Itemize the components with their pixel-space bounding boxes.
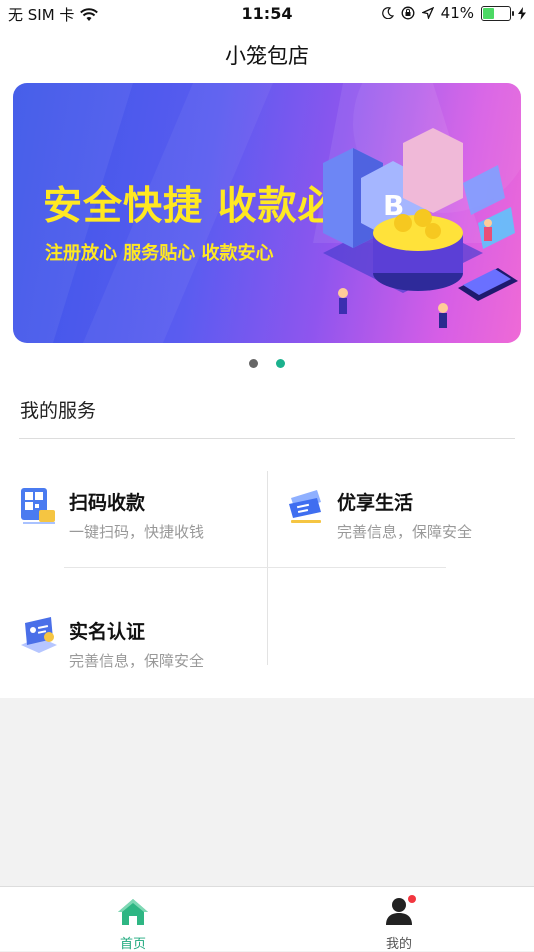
status-right: 41% bbox=[381, 4, 526, 22]
service-title: 优享生活 bbox=[337, 492, 414, 514]
grid-divider-vertical bbox=[267, 471, 268, 665]
nav-bar: 小笼包店 bbox=[0, 28, 534, 78]
page-title: 小笼包店 bbox=[225, 44, 309, 68]
service-desc: 完善信息，保障安全 bbox=[69, 652, 205, 670]
banner-subline: 注册放心 服务贴心 收款安心 bbox=[45, 243, 274, 264]
section-divider bbox=[19, 438, 515, 439]
moon-icon bbox=[381, 7, 394, 19]
tab-bar: 首页 我的 bbox=[0, 886, 534, 952]
service-real-name-auth[interactable]: 实名认证 完善信息，保障安全 bbox=[19, 615, 259, 675]
section-title: 我的服务 bbox=[20, 400, 97, 422]
service-desc: 完善信息，保障安全 bbox=[337, 523, 473, 541]
battery-percent: 41% bbox=[440, 4, 474, 22]
id-card-icon bbox=[21, 617, 57, 653]
status-bar: 无 SIM 卡 11:54 41% bbox=[0, 0, 534, 28]
ticket-icon bbox=[289, 490, 321, 523]
tab-label: 首页 bbox=[119, 937, 146, 952]
service-desc: 一键扫码，快捷收钱 bbox=[69, 523, 205, 541]
service-title: 实名认证 bbox=[69, 621, 146, 643]
carousel-indicator[interactable] bbox=[0, 353, 534, 372]
rotation-lock-icon bbox=[401, 6, 415, 20]
battery-icon bbox=[481, 5, 514, 21]
grid-divider-horizontal bbox=[64, 567, 446, 568]
tab-label: 我的 bbox=[385, 937, 412, 952]
qr-scan-icon bbox=[21, 488, 55, 524]
location-icon bbox=[421, 7, 434, 19]
tab-me[interactable]: 我的 bbox=[339, 887, 459, 952]
carousel-dot-1[interactable] bbox=[249, 359, 259, 368]
service-premium-life[interactable]: 优享生活 完善信息，保障安全 bbox=[287, 486, 527, 546]
promo-banner[interactable]: 安全快捷 收款必备 注册放心 服务贴心 收款安心 B bbox=[13, 83, 521, 343]
carousel-dot-2[interactable] bbox=[275, 359, 285, 368]
notification-badge bbox=[408, 895, 416, 903]
service-scan-pay[interactable]: 扫码收款 一键扫码，快捷收钱 bbox=[19, 486, 259, 546]
charging-icon bbox=[518, 6, 526, 20]
tab-home[interactable]: 首页 bbox=[73, 887, 193, 952]
home-icon bbox=[118, 899, 148, 925]
isometric-illustration: B bbox=[323, 128, 518, 328]
service-title: 扫码收款 bbox=[69, 492, 146, 514]
